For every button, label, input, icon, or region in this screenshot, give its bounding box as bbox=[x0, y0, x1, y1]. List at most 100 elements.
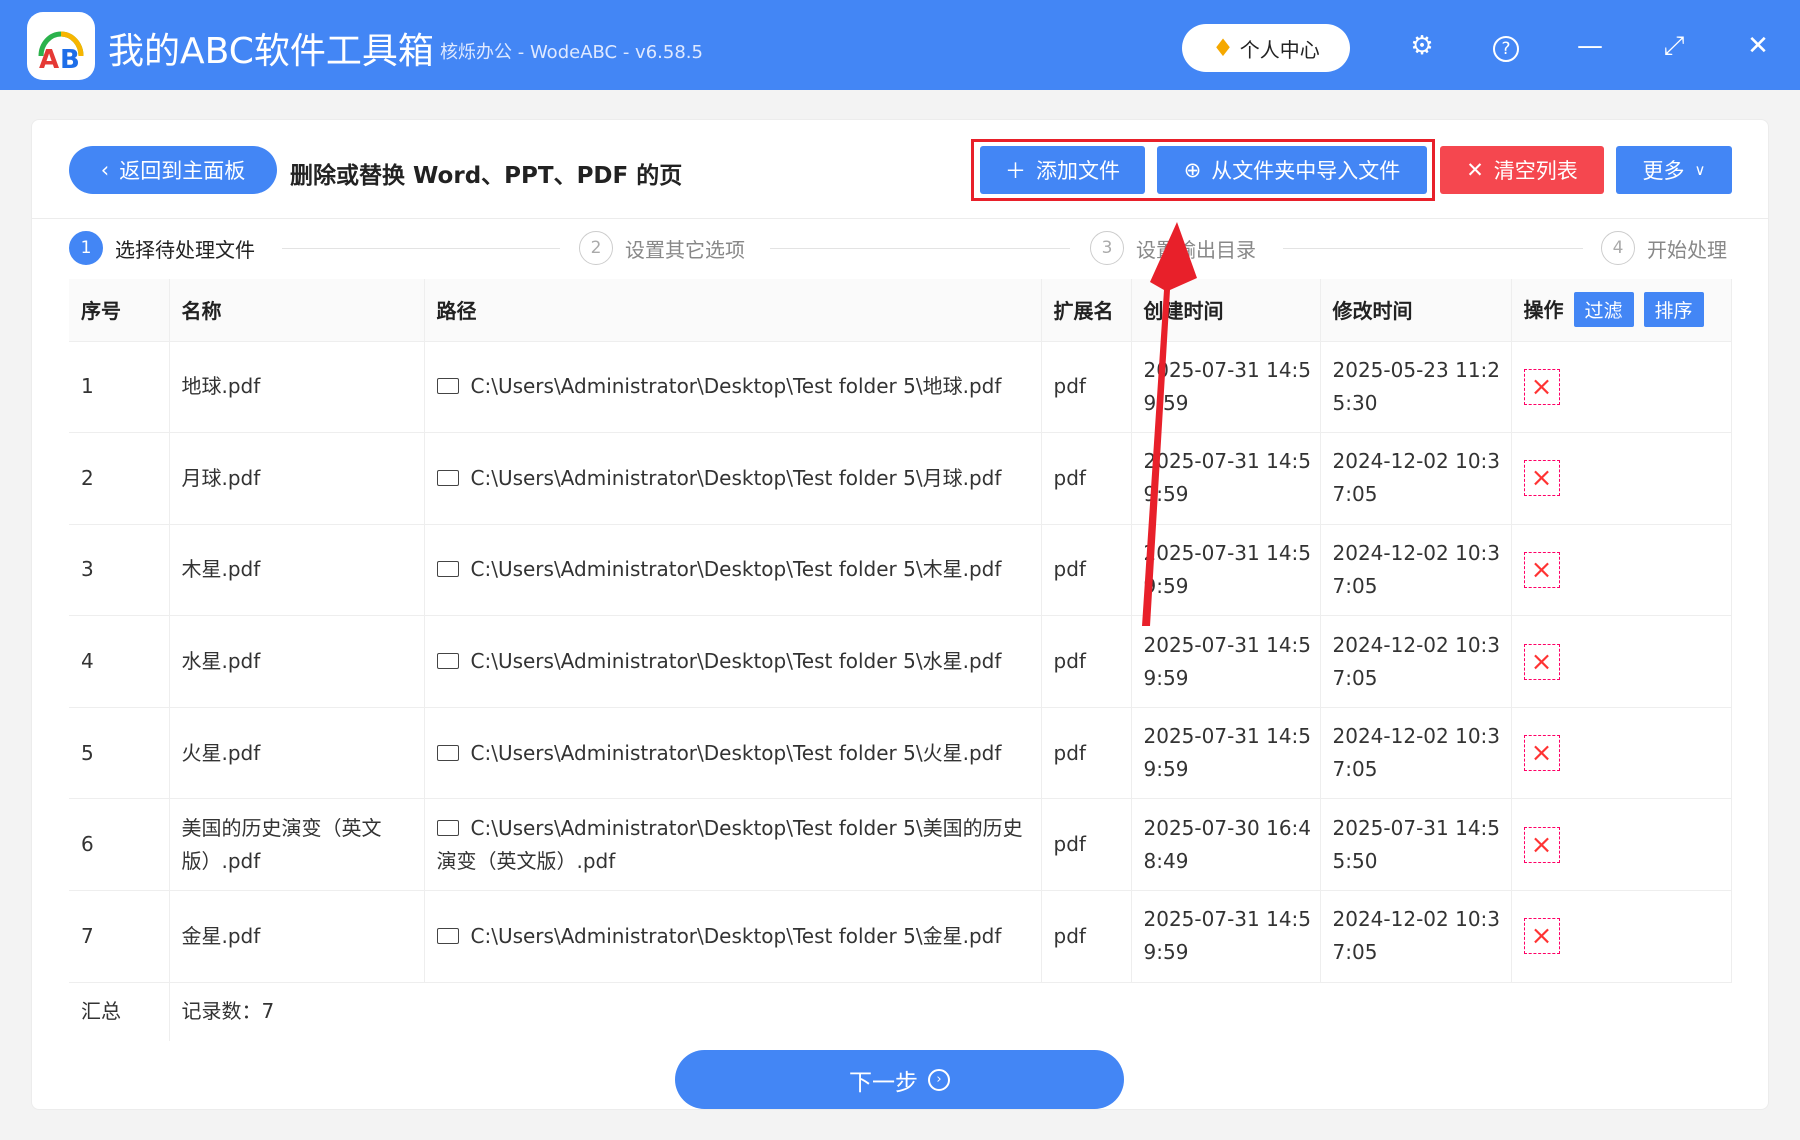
step-number: 2 bbox=[579, 231, 613, 265]
cell-ext: pdf bbox=[1041, 890, 1132, 983]
settings-gear-icon[interactable]: ⚙ bbox=[1404, 28, 1440, 64]
table-row[interactable]: 3 木星.pdf C:\Users\Administrator\Desktop\… bbox=[69, 523, 1732, 616]
folder-icon[interactable] bbox=[436, 653, 459, 670]
cell-created: 2025-07-31 14:59:59 bbox=[1131, 706, 1321, 799]
chevron-down-icon: ∨ bbox=[1694, 161, 1706, 179]
step-4: 4 开始处理 bbox=[1601, 231, 1727, 265]
app-subtitle: 核烁办公 - WodeABC - v6.58.5 bbox=[440, 42, 703, 63]
delete-row-icon[interactable]: × bbox=[1523, 368, 1560, 405]
user-center-button[interactable]: ♦ 个人中心 bbox=[1182, 24, 1350, 72]
cell-name: 木星.pdf bbox=[169, 523, 425, 616]
folder-icon[interactable] bbox=[436, 819, 459, 836]
step-connector bbox=[1283, 248, 1583, 249]
step-number: 1 bbox=[69, 231, 103, 265]
cell-actions: × bbox=[1511, 340, 1732, 433]
table-row[interactable]: 4 水星.pdf C:\Users\Administrator\Desktop\… bbox=[69, 615, 1732, 708]
clear-list-button[interactable]: ✕ 清空列表 bbox=[1440, 146, 1604, 194]
table-row[interactable]: 5 火星.pdf C:\Users\Administrator\Desktop\… bbox=[69, 706, 1732, 799]
path-text: C:\Users\Administrator\Desktop\Test fold… bbox=[470, 923, 1002, 948]
delete-row-icon[interactable]: × bbox=[1523, 735, 1560, 772]
svg-text:A: A bbox=[39, 45, 59, 75]
cell-actions: × bbox=[1511, 615, 1732, 708]
col-path[interactable]: 路径 bbox=[424, 279, 1042, 341]
step-number: 4 bbox=[1601, 231, 1635, 265]
cell-index: 7 bbox=[69, 890, 170, 983]
filter-button[interactable]: 过滤 bbox=[1573, 292, 1634, 328]
folder-icon[interactable] bbox=[436, 561, 459, 578]
col-actions: 操作 过滤 排序 bbox=[1511, 279, 1732, 341]
summary-value: 记录数：7 bbox=[169, 981, 1732, 1042]
more-button[interactable]: 更多 ∨ bbox=[1616, 146, 1732, 194]
arrow-right-circle-icon: › bbox=[928, 1068, 950, 1091]
path-text: C:\Users\Administrator\Desktop\Test fold… bbox=[470, 740, 1002, 765]
chevron-left-icon: ‹ bbox=[100, 158, 110, 182]
add-file-label: 添加文件 bbox=[1036, 159, 1120, 183]
table-header: 序号 名称 路径 扩展名 创建时间 修改时间 操作 过滤 排序 bbox=[69, 279, 1732, 341]
maximize-icon[interactable]: ⤢ bbox=[1656, 28, 1692, 64]
cell-modified: 2024-12-02 10:37:05 bbox=[1320, 432, 1512, 525]
folder-icon[interactable] bbox=[436, 927, 459, 944]
cell-path: C:\Users\Administrator\Desktop\Test fold… bbox=[424, 432, 1042, 525]
delete-row-icon[interactable]: × bbox=[1523, 918, 1560, 955]
next-step-button[interactable]: 下一步 › bbox=[675, 1050, 1124, 1109]
folder-icon[interactable] bbox=[436, 378, 459, 395]
col-created[interactable]: 创建时间 bbox=[1131, 279, 1321, 341]
cell-modified: 2024-12-02 10:37:05 bbox=[1320, 706, 1512, 799]
cell-modified: 2024-12-02 10:37:05 bbox=[1320, 615, 1512, 708]
back-label: 返回到主面板 bbox=[119, 159, 246, 183]
add-file-button[interactable]: ＋ 添加文件 bbox=[980, 146, 1145, 194]
delete-row-icon[interactable]: × bbox=[1523, 551, 1560, 588]
cell-ext: pdf bbox=[1041, 523, 1132, 616]
cell-path: C:\Users\Administrator\Desktop\Test fold… bbox=[424, 890, 1042, 983]
import-folder-button[interactable]: ⊕ 从文件夹中导入文件 bbox=[1157, 146, 1427, 194]
cell-ext: pdf bbox=[1041, 432, 1132, 525]
cell-actions: × bbox=[1511, 523, 1732, 616]
cell-name: 金星.pdf bbox=[169, 890, 425, 983]
sort-button[interactable]: 排序 bbox=[1643, 292, 1704, 328]
step-2: 2 设置其它选项 bbox=[579, 231, 745, 265]
table-row[interactable]: 7 金星.pdf C:\Users\Administrator\Desktop\… bbox=[69, 890, 1732, 983]
cell-name: 地球.pdf bbox=[169, 340, 425, 433]
cell-name: 水星.pdf bbox=[169, 615, 425, 708]
help-icon[interactable]: ? bbox=[1488, 28, 1524, 64]
step-number: 3 bbox=[1090, 231, 1124, 265]
cell-created: 2025-07-31 14:59:59 bbox=[1131, 890, 1321, 983]
clear-list-label: 清空列表 bbox=[1493, 159, 1578, 183]
col-ext[interactable]: 扩展名 bbox=[1041, 279, 1132, 341]
cell-created: 2025-07-31 14:59:59 bbox=[1131, 523, 1321, 616]
path-text: C:\Users\Administrator\Desktop\Test fold… bbox=[470, 649, 1002, 674]
back-to-main-button[interactable]: ‹ 返回到主面板 bbox=[69, 146, 277, 194]
col-modified[interactable]: 修改时间 bbox=[1320, 279, 1512, 341]
cell-path: C:\Users\Administrator\Desktop\Test fold… bbox=[424, 340, 1042, 433]
cell-index: 4 bbox=[69, 615, 170, 708]
folder-icon[interactable] bbox=[436, 469, 459, 486]
file-table: 序号 名称 路径 扩展名 创建时间 修改时间 操作 过滤 排序 1 地球.pdf C… bbox=[69, 279, 1732, 1042]
folder-icon[interactable] bbox=[436, 744, 459, 761]
step-label: 设置其它选项 bbox=[625, 237, 745, 262]
delete-row-icon[interactable]: × bbox=[1523, 643, 1560, 680]
cell-path: C:\Users\Administrator\Desktop\Test fold… bbox=[424, 523, 1042, 616]
cell-created: 2025-07-31 14:59:59 bbox=[1131, 432, 1321, 525]
app-title: 我的ABC软件工具箱 bbox=[108, 31, 434, 72]
table-row[interactable]: 2 月球.pdf C:\Users\Administrator\Desktop\… bbox=[69, 432, 1732, 525]
col-name[interactable]: 名称 bbox=[169, 279, 425, 341]
delete-row-icon[interactable]: × bbox=[1523, 460, 1560, 497]
summary-label: 汇总 bbox=[69, 981, 170, 1042]
plus-circle-icon: ⊕ bbox=[1183, 158, 1202, 182]
table-row[interactable]: 6 美国的历史演变（英文版）.pdf C:\Users\Administrato… bbox=[69, 798, 1732, 891]
step-label: 设置输出目录 bbox=[1136, 237, 1256, 262]
delete-row-icon[interactable]: × bbox=[1523, 826, 1560, 863]
cell-index: 1 bbox=[69, 340, 170, 433]
close-icon[interactable]: ✕ bbox=[1740, 28, 1776, 64]
import-folder-label: 从文件夹中导入文件 bbox=[1211, 159, 1401, 183]
table-row[interactable]: 1 地球.pdf C:\Users\Administrator\Desktop\… bbox=[69, 340, 1732, 433]
minimize-icon[interactable]: — bbox=[1572, 28, 1608, 64]
next-label: 下一步 bbox=[849, 1069, 918, 1096]
step-1: 1 选择待处理文件 bbox=[69, 231, 255, 265]
x-icon: ✕ bbox=[1466, 158, 1484, 182]
cell-ext: pdf bbox=[1041, 340, 1132, 433]
path-text: C:\Users\Administrator\Desktop\Test fold… bbox=[470, 465, 1002, 490]
cell-index: 5 bbox=[69, 706, 170, 799]
cell-path: C:\Users\Administrator\Desktop\Test fold… bbox=[424, 615, 1042, 708]
user-center-label: 个人中心 bbox=[1239, 37, 1320, 62]
